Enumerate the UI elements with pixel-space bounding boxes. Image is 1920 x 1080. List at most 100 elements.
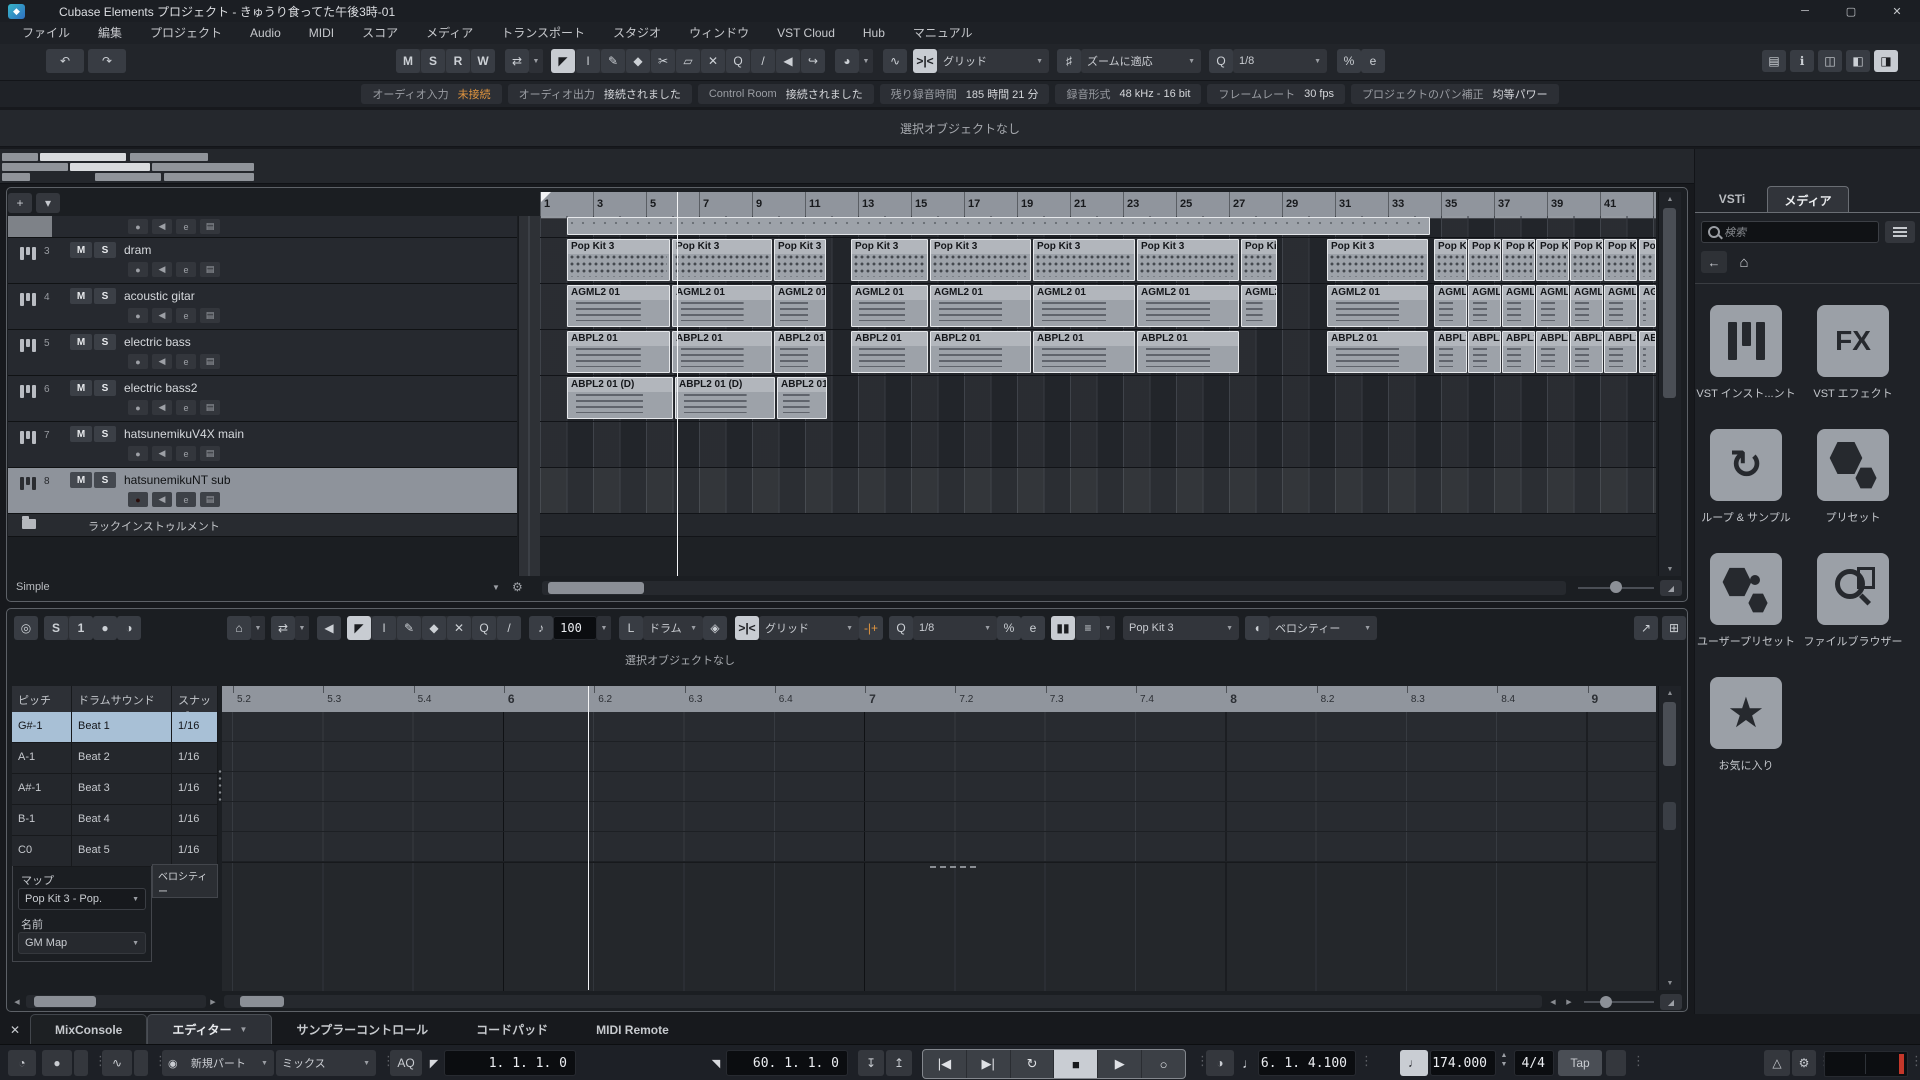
undo-button[interactable]: ↶ — [46, 49, 84, 73]
editor-scroll-up-icon[interactable]: ▲ — [1659, 686, 1681, 700]
autoscroll-button[interactable]: ⇄ — [505, 49, 529, 73]
status-item[interactable]: オーディオ入力未接続 — [361, 84, 501, 104]
lower-zone-close-icon[interactable]: ✕ — [0, 1023, 30, 1044]
midi-part[interactable]: AGML2 01 — [1241, 285, 1277, 327]
insert-velocity-value[interactable]: 100 — [553, 616, 597, 640]
midi-part[interactable]: AGML2 01 — [1033, 285, 1135, 327]
zoom-slider-knob[interactable] — [1610, 581, 1622, 593]
editor-zoom-knob[interactable] — [1600, 996, 1612, 1008]
editor-draw-tool[interactable]: ✎ — [397, 616, 421, 640]
track-mute-button[interactable]: M — [70, 426, 92, 442]
tab-サンプラーコントロール[interactable]: サンプラーコントロール — [272, 1015, 452, 1044]
arrange-ruler[interactable]: 135791113151719212325272931333537394143 — [540, 192, 1656, 219]
mute-all-button[interactable]: M — [396, 49, 420, 73]
midi-part[interactable] — [567, 217, 1430, 235]
midi-part[interactable]: Pop Kit 3 — [1639, 239, 1656, 281]
arrange-lane[interactable]: AGML2 01AGML2 01AGML2 01AGML2 01AGML2 01… — [540, 284, 1656, 330]
track-preset-button[interactable]: ▾ — [36, 193, 60, 213]
arrange-lane[interactable] — [540, 422, 1656, 468]
tempo-menu-arrow[interactable] — [1606, 1050, 1626, 1076]
midi-part[interactable]: Pop Kit 3 — [930, 239, 1031, 281]
event-display[interactable]: 135791113151719212325272931333537394143 P… — [540, 192, 1656, 576]
record-enable-icon[interactable]: ● — [128, 262, 148, 277]
left-locator-flag[interactable]: ◤ — [426, 1050, 442, 1076]
midi-part[interactable]: ABPL2 01 — [930, 331, 1031, 373]
editor-zoom-tool[interactable]: Q — [472, 616, 496, 640]
track-mute-button[interactable]: M — [70, 472, 92, 488]
edit-channel-icon[interactable]: e — [176, 492, 196, 507]
midi-part[interactable]: AGML2 01 — [1327, 285, 1428, 327]
snap-toggle-button[interactable]: >|< — [913, 49, 937, 73]
editor-erase-tool[interactable]: ◆ — [422, 616, 446, 640]
midi-record-mode-button[interactable]: ● — [42, 1050, 72, 1076]
monitor-icon[interactable]: ◀ — [152, 400, 172, 415]
midi-part[interactable]: Pop Kit 3 — [1570, 239, 1603, 281]
arrange-lane[interactable] — [540, 216, 1656, 238]
track-mute-button[interactable]: M — [70, 334, 92, 350]
length-quantize-select[interactable]: ドラム▼ — [643, 616, 703, 640]
status-item[interactable]: プロジェクトのパン補正均等パワー — [1351, 84, 1559, 104]
quick-controls-label[interactable]: Simple — [16, 581, 50, 593]
record-enable-icon[interactable]: ● — [128, 308, 148, 323]
edit-channel-icon[interactable]: e — [176, 354, 196, 369]
media-tile-loop-icon[interactable]: ↻ — [1710, 429, 1782, 501]
record-modes-icon[interactable]: ◔ — [8, 1050, 36, 1076]
record-in-editor-button[interactable]: ● — [93, 616, 117, 640]
play-button[interactable]: ▶ — [1098, 1050, 1142, 1078]
media-tile-userpreset-icon[interactable] — [1710, 553, 1782, 625]
arrange-hscroll-track[interactable] — [542, 581, 1566, 595]
autoscroll-arrow[interactable]: ▼ — [529, 49, 543, 73]
channel-icon[interactable]: ▤ — [200, 492, 220, 507]
track-solo-button[interactable]: S — [94, 242, 116, 258]
arrange-lane[interactable]: ABPL2 01 (D)ABPL2 01 (D)ABPL2 01 (D) — [540, 376, 1656, 422]
select-tool[interactable]: ◤ — [551, 49, 575, 73]
editor-hscroll-thumb[interactable] — [240, 996, 284, 1007]
menu-item-マニュアル[interactable]: マニュアル — [899, 22, 987, 44]
midi-part[interactable]: AGML2 01 — [1137, 285, 1239, 327]
track-solo-button[interactable]: S — [94, 426, 116, 442]
folder-track-row[interactable]: ラックインストゥルメント — [8, 514, 517, 537]
track-row-hatsunemikuNT-sub[interactable]: 8MShatsunemikuNT sub●◀e▤ — [8, 468, 517, 514]
monitor-icon[interactable]: ◀ — [152, 219, 172, 234]
midi-part[interactable]: ABPL2 01 — [1137, 331, 1239, 373]
maximize-button[interactable]: ▢ — [1828, 0, 1874, 22]
arrange-lane[interactable] — [540, 468, 1656, 514]
audio-record-mode-button[interactable]: ∿ — [102, 1050, 132, 1076]
track-solo-button[interactable]: S — [94, 288, 116, 304]
audio-record-insert-select[interactable]: ミックス▼ — [276, 1050, 376, 1076]
midi-part[interactable]: AGML2 01 — [1536, 285, 1569, 327]
menu-item-MIDI[interactable]: MIDI — [295, 22, 348, 44]
column-header-2[interactable]: スナップ — [172, 686, 218, 712]
record-enable-icon[interactable]: ● — [128, 492, 148, 507]
goto-end-button[interactable]: ▶| — [967, 1050, 1011, 1078]
midi-part[interactable]: AGML2 01 — [1604, 285, 1637, 327]
midi-part[interactable]: Pop Kit 3 — [1468, 239, 1501, 281]
editor-quantize-icon[interactable]: Q — [889, 616, 913, 640]
midi-part[interactable]: AGML2 01 — [1468, 285, 1501, 327]
tempo-stepper[interactable]: ▲▼ — [1498, 1052, 1510, 1068]
solo-editor-button[interactable]: S — [44, 616, 68, 640]
media-tile-preset-icon[interactable] — [1817, 429, 1889, 501]
channel-icon[interactable]: ▤ — [200, 354, 220, 369]
drum-sound-row[interactable]: B-1Beat 41/16 — [12, 805, 218, 836]
grid-interval-select[interactable]: ズームに適応▼ — [1081, 49, 1201, 73]
right-locator-flag[interactable]: ◥ — [708, 1050, 724, 1076]
color-tool[interactable]: ↪ — [801, 49, 825, 73]
acoustic-feedback-button[interactable]: ◑ — [117, 616, 141, 640]
monitor-icon[interactable]: ◀ — [152, 262, 172, 277]
color-menu-button[interactable]: ◕ — [835, 49, 859, 73]
arrange-lane[interactable]: Pop Kit 3Pop Kit 3Pop Kit 3Pop Kit 3Pop … — [540, 238, 1656, 284]
editor-zoom-slider[interactable] — [1584, 1001, 1654, 1003]
controller-lane[interactable] — [222, 862, 1656, 991]
audio-record-mode-arrow[interactable] — [134, 1050, 148, 1076]
time-display[interactable]: 6. 1. 4.100 — [1258, 1050, 1356, 1076]
punch-out-button[interactable]: ↥ — [886, 1050, 912, 1076]
editor-corner-button[interactable]: ◢ — [1660, 994, 1682, 1010]
editor-vscroll-thumb[interactable] — [1663, 702, 1676, 766]
controller-icon[interactable]: ◖ — [1245, 616, 1269, 640]
midi-part[interactable]: AGML2 01 — [851, 285, 928, 327]
channel-icon[interactable]: ▤ — [200, 446, 220, 461]
track-row-dram[interactable]: 3MSdram●◀e▤ — [8, 238, 517, 284]
drum-sound-row[interactable]: A-1Beat 21/16 — [12, 743, 218, 774]
quick-controls-gear-icon[interactable]: ⚙ — [512, 580, 523, 594]
